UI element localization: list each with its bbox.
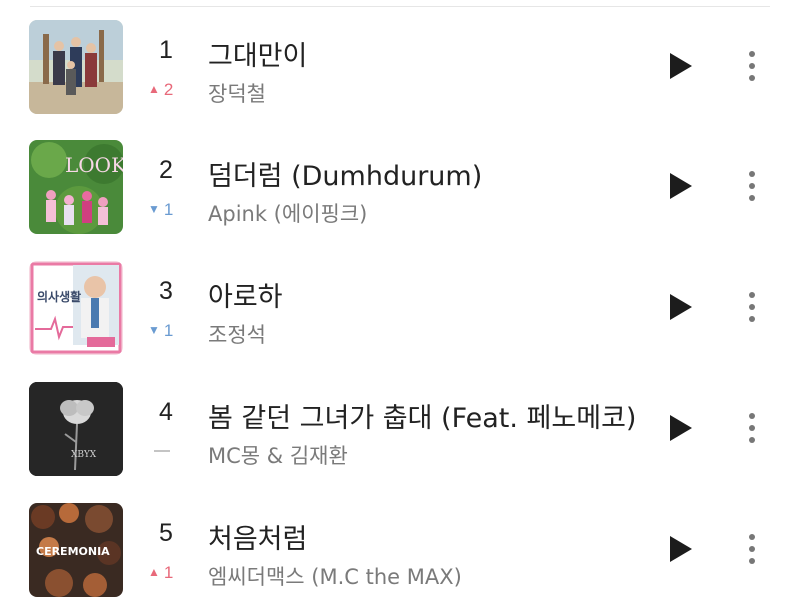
album-art[interactable]: 의사생활	[29, 261, 123, 355]
album-art[interactable]: XBYX	[29, 382, 123, 476]
chart-list: 1 ▲ 2 그대만이 장덕철 LOOK 2 ▼ 1 덤더럼 (Dumhdurum…	[0, 0, 800, 613]
more-vertical-icon	[749, 171, 755, 201]
more-options-button[interactable]	[740, 168, 764, 204]
rank-number: 4	[159, 398, 173, 426]
more-vertical-icon	[749, 292, 755, 322]
play-icon	[670, 53, 692, 79]
rank-change: ▼ 1	[148, 321, 188, 341]
more-options-button[interactable]	[740, 48, 764, 84]
no-change-dash-icon	[154, 450, 170, 452]
song-title[interactable]: 처음처럼	[208, 517, 648, 556]
rank-number: 5	[159, 519, 173, 547]
rank-change-value: 1	[163, 563, 174, 582]
album-art[interactable]: CEREMONIA	[29, 503, 123, 597]
triangle-down-icon: ▼	[148, 323, 160, 337]
svg-text:XBYX: XBYX	[71, 450, 97, 460]
song-artist[interactable]: 엠씨더맥스 (M.C the MAX)	[208, 561, 648, 591]
song-artist[interactable]: Apink (에이핑크)	[208, 198, 648, 228]
more-options-button[interactable]	[740, 531, 764, 567]
rank-number: 3	[159, 277, 173, 305]
song-row[interactable]: 의사생활 3 ▼ 1 아로하 조정석	[0, 261, 800, 361]
rank-number: 1	[159, 36, 173, 64]
song-artist[interactable]: 장덕철	[208, 78, 648, 108]
play-icon	[670, 294, 692, 320]
more-vertical-icon	[749, 51, 755, 81]
play-button[interactable]	[664, 291, 696, 323]
song-artist[interactable]: 조정석	[208, 319, 648, 349]
song-row[interactable]: CEREMONIA 5 ▲ 1 처음처럼 엠씨더맥스 (M.C the MAX)	[0, 503, 800, 603]
triangle-up-icon: ▲	[148, 565, 160, 579]
song-row[interactable]: 1 ▲ 2 그대만이 장덕철	[0, 20, 800, 120]
song-title[interactable]: 그대만이	[208, 34, 648, 73]
song-row[interactable]: LOOK 2 ▼ 1 덤더럼 (Dumhdurum) Apink (에이핑크)	[0, 140, 800, 240]
rank-change-value: 2	[163, 80, 174, 99]
more-vertical-icon	[749, 413, 755, 443]
song-title[interactable]: 아로하	[208, 275, 648, 314]
play-button[interactable]	[664, 170, 696, 202]
svg-text:CEREMONIA: CEREMONIA	[36, 545, 110, 558]
rank-change	[148, 442, 188, 462]
svg-text:LOOK: LOOK	[65, 153, 123, 177]
more-options-button[interactable]	[740, 289, 764, 325]
song-title[interactable]: 봄 같던 그녀가 춥대 (Feat. 페노메코)	[208, 396, 648, 435]
song-title[interactable]: 덤더럼 (Dumhdurum)	[208, 154, 648, 193]
play-icon	[670, 173, 692, 199]
album-art[interactable]: LOOK	[29, 140, 123, 234]
more-vertical-icon	[749, 534, 755, 564]
play-button[interactable]	[664, 50, 696, 82]
rank-change: ▲ 2	[148, 80, 188, 100]
rank-change-value: 1	[163, 200, 174, 219]
rank-change-value: 1	[163, 321, 174, 340]
rank-change: ▼ 1	[148, 200, 188, 220]
album-art[interactable]	[29, 20, 123, 114]
song-row[interactable]: XBYX 4 봄 같던 그녀가 춥대 (Feat. 페노메코) MC몽 & 김재…	[0, 382, 800, 482]
rank-change: ▲ 1	[148, 563, 188, 583]
play-icon	[670, 415, 692, 441]
triangle-up-icon: ▲	[148, 82, 160, 96]
rank-number: 2	[159, 156, 173, 184]
play-button[interactable]	[664, 412, 696, 444]
song-artist[interactable]: MC몽 & 김재환	[208, 440, 648, 470]
triangle-down-icon: ▼	[148, 202, 160, 216]
svg-text:의사생활: 의사생활	[37, 289, 81, 304]
play-icon	[670, 536, 692, 562]
more-options-button[interactable]	[740, 410, 764, 446]
play-button[interactable]	[664, 533, 696, 565]
